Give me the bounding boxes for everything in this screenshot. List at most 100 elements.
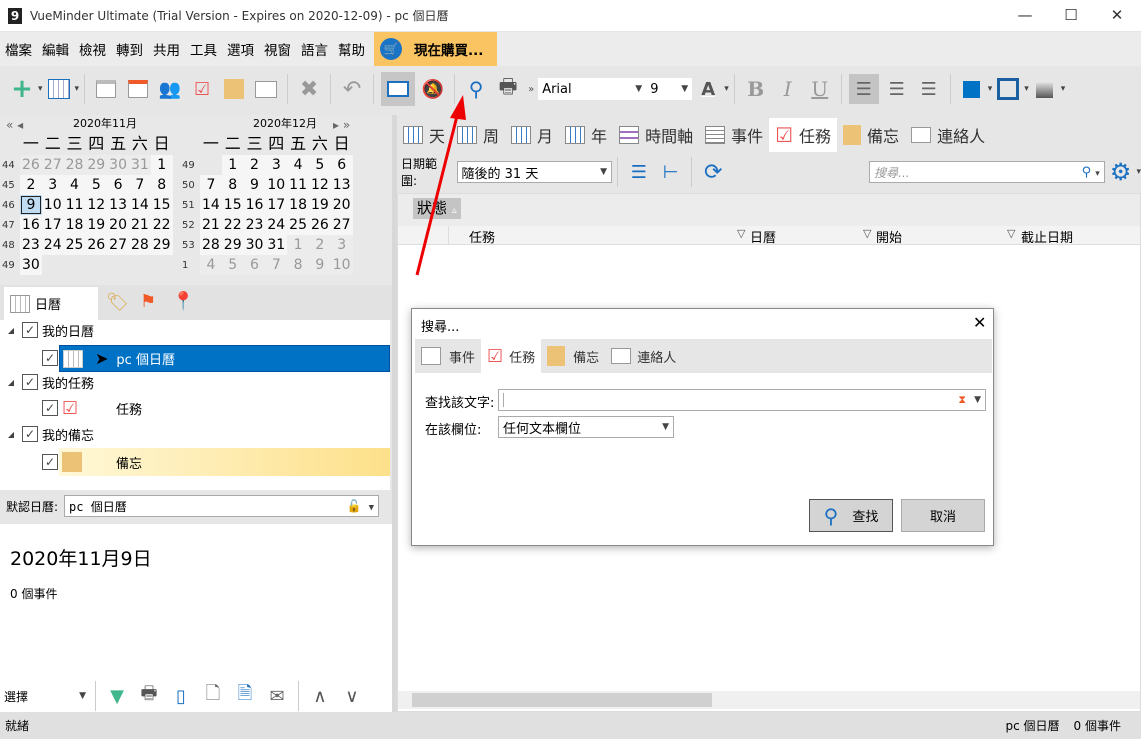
- calendar-day[interactable]: 31: [265, 235, 288, 255]
- calendar-day[interactable]: 2: [20, 175, 42, 195]
- calendar-day[interactable]: 23: [243, 215, 266, 235]
- calendar-day[interactable]: 15: [150, 195, 173, 215]
- calendar-day[interactable]: 4: [200, 255, 222, 275]
- undo-icon[interactable]: ↶: [338, 75, 366, 103]
- search-box[interactable]: 搜尋... ⚲ ▾: [869, 161, 1105, 183]
- calendar-day[interactable]: 9: [308, 255, 331, 275]
- collapse-icon[interactable]: ◢: [0, 378, 22, 387]
- calendar-day[interactable]: 24: [265, 215, 288, 235]
- calendar-day[interactable]: 2: [308, 235, 331, 255]
- calendar-day[interactable]: 19: [85, 215, 108, 235]
- menu-goto[interactable]: 轉到: [111, 39, 148, 59]
- calendar-day[interactable]: 3: [41, 175, 64, 195]
- calendar-day[interactable]: 5: [308, 155, 331, 175]
- tab-month[interactable]: 月: [505, 118, 559, 152]
- dialog-tab-contacts[interactable]: 連絡人: [605, 339, 682, 373]
- search-icon[interactable]: ⚲ ▾: [1082, 165, 1100, 180]
- field-select[interactable]: 任何文本欄位 ▼: [498, 416, 674, 438]
- calendar-day[interactable]: 14: [200, 195, 222, 215]
- clear-icon[interactable]: ⧗: [958, 393, 966, 407]
- checkbox[interactable]: ✓: [42, 454, 58, 470]
- group-status-chip[interactable]: 狀態 ▵: [413, 198, 461, 219]
- calendar-day[interactable]: 30: [107, 155, 129, 175]
- calendar-day[interactable]: 29: [150, 235, 173, 255]
- tab-day[interactable]: 天: [397, 118, 451, 152]
- menu-view[interactable]: 檢視: [74, 39, 111, 59]
- calendar-day[interactable]: 26: [308, 215, 331, 235]
- calendar-day[interactable]: 21: [200, 215, 222, 235]
- calendar-day[interactable]: 28: [63, 155, 86, 175]
- print-icon[interactable]: 🖶: [135, 682, 163, 710]
- menu-options[interactable]: 選項: [222, 39, 259, 59]
- settings-gear-icon[interactable]: ⚙: [1107, 158, 1135, 186]
- calendar-day[interactable]: 20: [107, 215, 129, 235]
- users-icon[interactable]: 👥: [156, 75, 184, 103]
- tab-calendars[interactable]: 日曆: [4, 287, 98, 320]
- calendar-day[interactable]: 28: [128, 235, 151, 255]
- menu-help[interactable]: 幫助: [333, 39, 370, 59]
- calendar-day[interactable]: 4: [63, 175, 86, 195]
- print-icon[interactable]: 🖶: [494, 74, 522, 103]
- filter-icon[interactable]: ▽: [863, 227, 871, 240]
- calendar-day[interactable]: 10: [330, 255, 353, 275]
- calendar-day[interactable]: 3: [330, 235, 353, 255]
- calendar-day[interactable]: 19: [308, 195, 331, 215]
- default-calendar-select[interactable]: pc 個日曆 🔓 ▼: [64, 495, 380, 517]
- calendar-day[interactable]: 24: [41, 235, 64, 255]
- calendar-day[interactable]: 1: [150, 155, 173, 175]
- calendar-day[interactable]: 27: [107, 235, 129, 255]
- flag-icon[interactable]: ⚑: [140, 291, 156, 312]
- calendar-day[interactable]: 7: [200, 175, 222, 195]
- calendar-day[interactable]: 23: [20, 235, 42, 255]
- calendar-day[interactable]: 11: [63, 195, 86, 215]
- checkbox[interactable]: ✓: [22, 426, 38, 442]
- calendar-day[interactable]: 9: [20, 195, 42, 215]
- dialog-tab-events[interactable]: 事件: [415, 339, 481, 373]
- underline-button[interactable]: U: [806, 75, 834, 103]
- buy-now-button[interactable]: 🛒 現在購買...: [374, 32, 498, 66]
- font-color-button[interactable]: A: [694, 75, 722, 103]
- document-icon[interactable]: 🗋: [199, 682, 227, 710]
- fill-color-button[interactable]: [958, 75, 986, 103]
- column-calendar[interactable]: 日曆: [750, 227, 776, 246]
- calendar-day[interactable]: 20: [330, 195, 353, 215]
- unlock-icon[interactable]: 🔓: [346, 499, 361, 513]
- filter-icon[interactable]: ▽: [1007, 227, 1015, 240]
- new-calendar-icon[interactable]: [45, 75, 73, 103]
- calendar-day[interactable]: 8: [287, 255, 309, 275]
- tree-group-calendars[interactable]: 我的日曆: [42, 321, 94, 340]
- tab-tasks[interactable]: ☑ 任務: [769, 118, 838, 152]
- bold-button[interactable]: B: [742, 75, 770, 103]
- calendar-day[interactable]: 17: [41, 215, 64, 235]
- tab-notes[interactable]: 備忘: [837, 118, 905, 152]
- calendar-day[interactable]: 4: [287, 155, 309, 175]
- overflow-icon[interactable]: »: [528, 84, 534, 95]
- tab-year[interactable]: 年: [559, 118, 613, 152]
- calendar-day[interactable]: 25: [63, 235, 86, 255]
- menu-file[interactable]: 檔案: [0, 39, 37, 59]
- tag-icon[interactable]: 🏷: [106, 292, 129, 313]
- border-color-button[interactable]: [994, 75, 1022, 103]
- scrollbar-thumb[interactable]: [412, 693, 712, 707]
- collapse-icon[interactable]: ◢: [0, 430, 22, 439]
- down-icon[interactable]: ∨: [338, 682, 366, 710]
- calendar-day[interactable]: 5: [85, 175, 108, 195]
- calendar-day[interactable]: 10: [41, 195, 64, 215]
- calendar-day[interactable]: 18: [63, 215, 86, 235]
- maximize-button[interactable]: ☐: [1048, 0, 1094, 31]
- calendar-day[interactable]: 6: [107, 175, 129, 195]
- calendar-day[interactable]: 8: [221, 175, 244, 195]
- delete-icon[interactable]: ✖: [295, 75, 323, 103]
- menu-language[interactable]: 語言: [296, 39, 333, 59]
- note-icon[interactable]: [220, 75, 248, 103]
- tree-group-tasks[interactable]: 我的任務: [42, 373, 94, 392]
- calendar-day[interactable]: 26: [85, 235, 108, 255]
- tree-item-tasks[interactable]: 任務: [116, 399, 142, 418]
- checkbox[interactable]: ✓: [22, 322, 38, 338]
- comment-icon[interactable]: [381, 72, 416, 106]
- calendar-day[interactable]: 10: [265, 175, 288, 195]
- calendar-day[interactable]: 25: [287, 215, 309, 235]
- expand-all-icon[interactable]: ☰: [625, 158, 653, 186]
- calendar-day[interactable]: 12: [308, 175, 331, 195]
- align-right-button[interactable]: ☰: [915, 75, 943, 103]
